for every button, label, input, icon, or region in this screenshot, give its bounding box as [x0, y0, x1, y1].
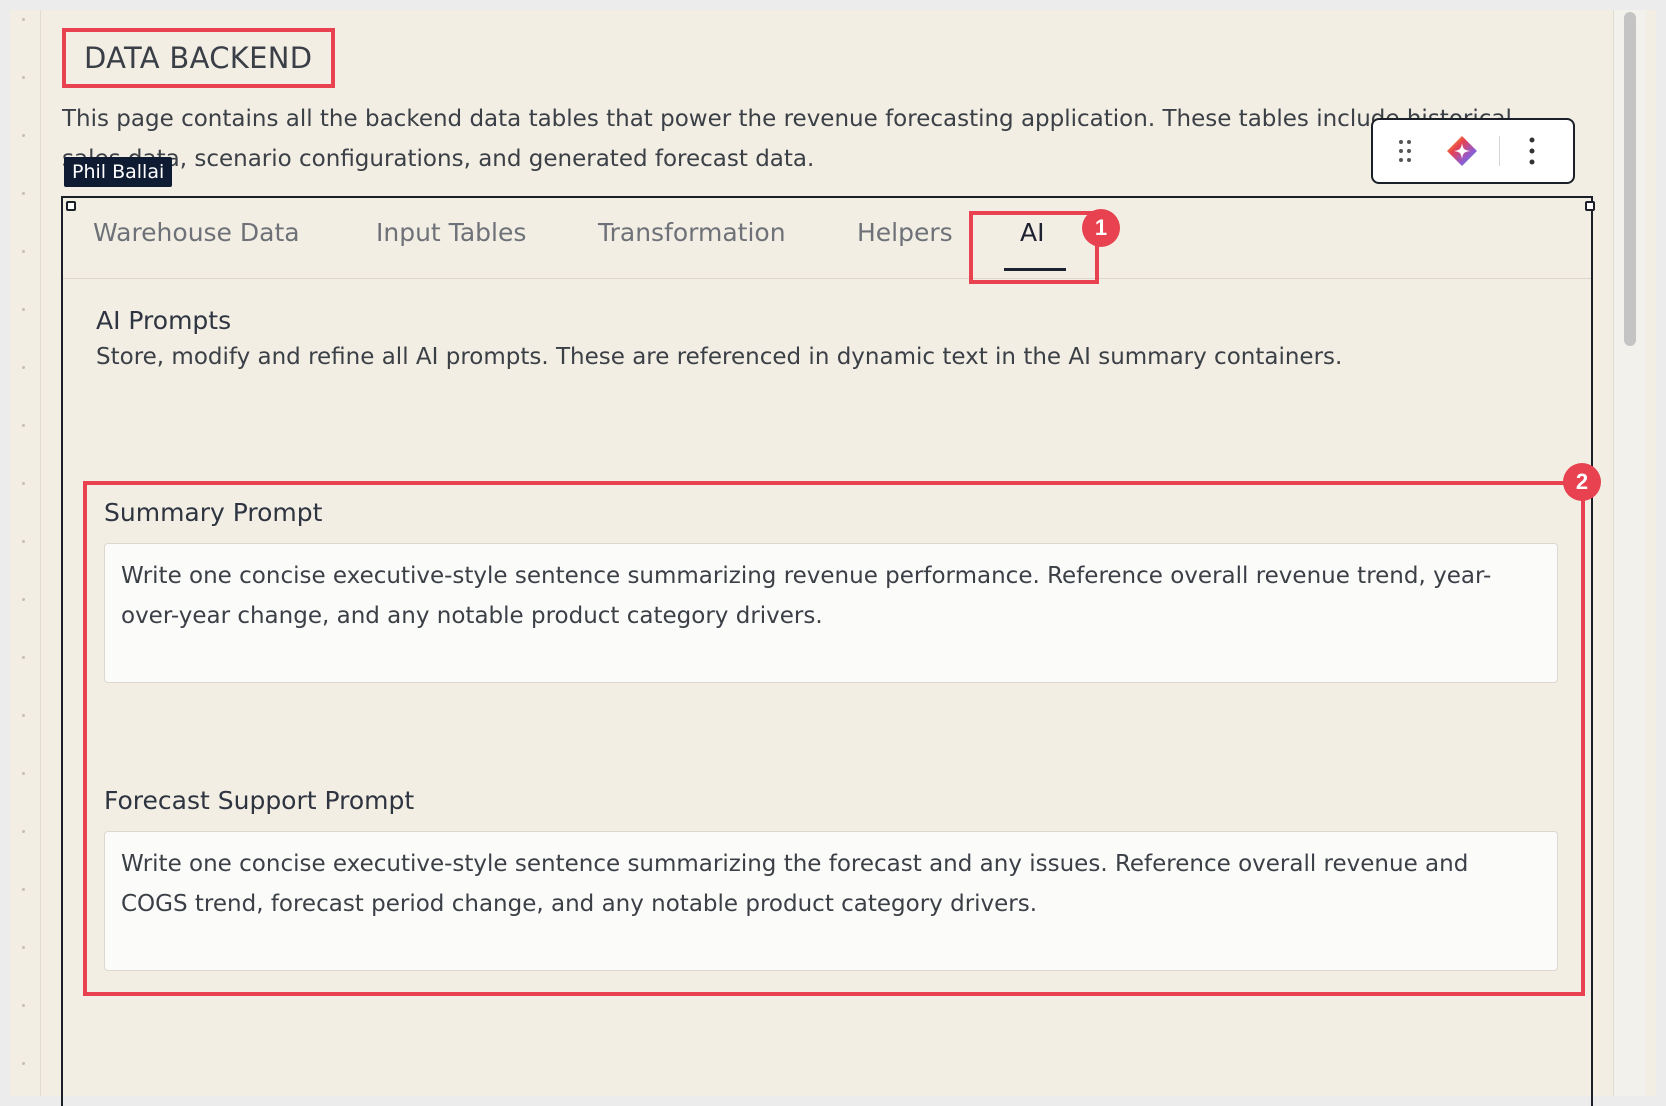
drag-handle-icon[interactable]: [1373, 120, 1437, 182]
gutter-dot: [22, 192, 25, 195]
gutter-dot: [22, 18, 25, 21]
tab-input-tables[interactable]: Input Tables: [376, 198, 526, 278]
gutter-dot: [22, 134, 25, 137]
gutter-dot: [22, 772, 25, 775]
gutter-dot: [22, 482, 25, 485]
ai-prompts-title: AI Prompts: [96, 306, 232, 335]
container-toolbar: [1371, 118, 1575, 184]
resize-handle-top-right[interactable]: [1585, 201, 1595, 211]
gutter-dot: [22, 598, 25, 601]
tab-warehouse-data[interactable]: Warehouse Data: [93, 198, 300, 278]
tab-helpers[interactable]: Helpers: [857, 198, 953, 278]
gutter-dot: [22, 714, 25, 717]
toolbar-separator: [1499, 136, 1500, 166]
gutter-dot: [22, 250, 25, 253]
page-title-text: DATA BACKEND: [84, 41, 313, 75]
annotation-badge-2: 2: [1563, 463, 1601, 501]
page-description: This page contains all the backend data …: [62, 106, 1512, 172]
user-tag: Phil Ballai: [64, 157, 173, 187]
gutter-dot: [22, 656, 25, 659]
gutter-dot: [22, 1004, 25, 1007]
annotation-badge-1: 1: [1082, 209, 1120, 247]
page-title: DATA BACKEND: [62, 28, 335, 88]
gutter-dot: [22, 1062, 25, 1065]
gutter-dot: [22, 308, 25, 311]
tab-bar: Warehouse Data Input Tables Transformati…: [63, 198, 1591, 279]
gutter-dot: [22, 946, 25, 949]
vertical-scrollbar[interactable]: [1613, 10, 1646, 1096]
gutter-dot: [22, 830, 25, 833]
resize-handle-top-left[interactable]: [66, 201, 76, 211]
gutter-dot: [22, 540, 25, 543]
gutter-dot: [22, 76, 25, 79]
more-vertical-icon[interactable]: [1512, 120, 1552, 182]
scrollbar-thumb[interactable]: [1624, 12, 1636, 346]
ai-prompts-description: Store, modify and refine all AI prompts.…: [96, 344, 1343, 370]
annotation-highlight-ai-tab: [969, 211, 1099, 284]
gutter-dot: [22, 888, 25, 891]
gutter-dot: [22, 424, 25, 427]
gutter-dot: [22, 366, 25, 369]
annotation-highlight-prompts: [83, 481, 1585, 996]
tab-transformation[interactable]: Transformation: [598, 198, 786, 278]
ai-sparkle-icon[interactable]: [1437, 120, 1487, 182]
left-gutter: [10, 10, 41, 1096]
